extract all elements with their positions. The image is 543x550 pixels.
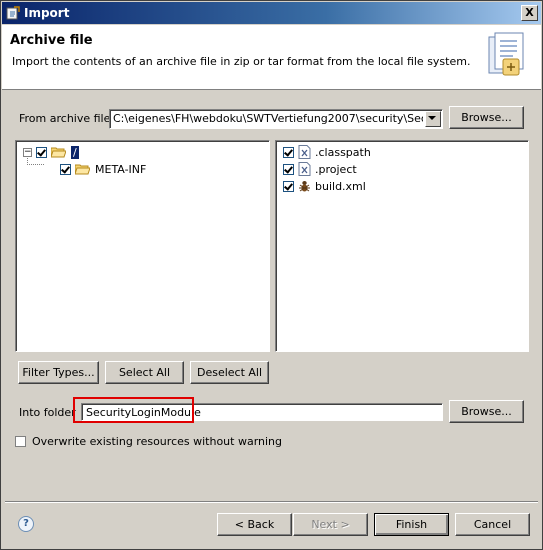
chevron-down-icon (428, 116, 436, 120)
close-button[interactable]: X (521, 5, 538, 21)
x-file-icon (298, 162, 311, 176)
ant-file-icon (299, 181, 310, 192)
overwrite-label: Overwrite existing resources without war… (32, 434, 283, 448)
archive-file-label: From archive file: (19, 112, 115, 125)
file-checkbox[interactable] (283, 146, 294, 158)
overwrite-option[interactable]: Overwrite existing resources without war… (15, 433, 282, 449)
file-checkbox[interactable] (283, 163, 294, 175)
list-item[interactable]: .classpath (283, 144, 371, 160)
page-title: Archive file (10, 33, 93, 48)
tree-item-label: META-INF (95, 162, 147, 176)
import-dialog: Import X Archive file Import the content… (0, 0, 543, 550)
help-icon[interactable]: ? (18, 516, 34, 532)
file-checkbox[interactable] (283, 180, 294, 192)
folder-browse-button[interactable]: Browse... (449, 400, 524, 423)
page-description: Import the contents of an archive file i… (12, 55, 471, 68)
cancel-button[interactable]: Cancel (455, 513, 530, 536)
next-button[interactable]: Next > (293, 513, 368, 536)
finish-button[interactable]: Finish (374, 513, 449, 536)
filter-types-button[interactable]: Filter Types... (18, 361, 99, 384)
open-folder-icon (75, 164, 90, 175)
tree-connector (27, 156, 45, 165)
file-name: .classpath (315, 145, 371, 159)
deselect-all-button[interactable]: Deselect All (190, 361, 269, 384)
open-folder-icon (51, 147, 66, 158)
footer-separator (5, 501, 538, 503)
file-list[interactable]: .classpath .project build.xml (275, 140, 529, 352)
wizard-banner: Archive file Import the contents of an a… (2, 25, 541, 90)
archive-file-path: C:\eigenes\FH\webdoku\SWTVertiefung2007\… (113, 112, 423, 125)
title-bar: Import X (2, 2, 541, 24)
list-item[interactable]: .project (283, 161, 357, 177)
tree-item-meta-inf[interactable]: META-INF (60, 161, 146, 177)
highlight-annotation (73, 397, 194, 423)
window-title: Import (24, 6, 70, 20)
overwrite-checkbox[interactable] (15, 435, 26, 447)
close-icon: X (525, 6, 534, 19)
into-folder-label: Into folder (19, 406, 76, 419)
archive-file-combo[interactable]: C:\eigenes\FH\webdoku\SWTVertiefung2007\… (109, 109, 443, 129)
select-all-button[interactable]: Select All (105, 361, 184, 384)
meta-inf-checkbox[interactable] (60, 163, 71, 175)
archive-browse-button[interactable]: Browse... (449, 106, 524, 129)
import-wizard-icon (488, 32, 524, 76)
tree-root-label: / (71, 145, 79, 159)
x-file-icon (298, 145, 311, 159)
list-item[interactable]: build.xml (283, 178, 366, 194)
import-icon (6, 6, 20, 20)
file-name: build.xml (315, 179, 366, 193)
file-name: .project (315, 162, 357, 176)
folder-tree[interactable]: − / META-INF (15, 140, 270, 352)
dropdown-button[interactable] (425, 111, 441, 127)
back-button[interactable]: < Back (217, 513, 292, 536)
